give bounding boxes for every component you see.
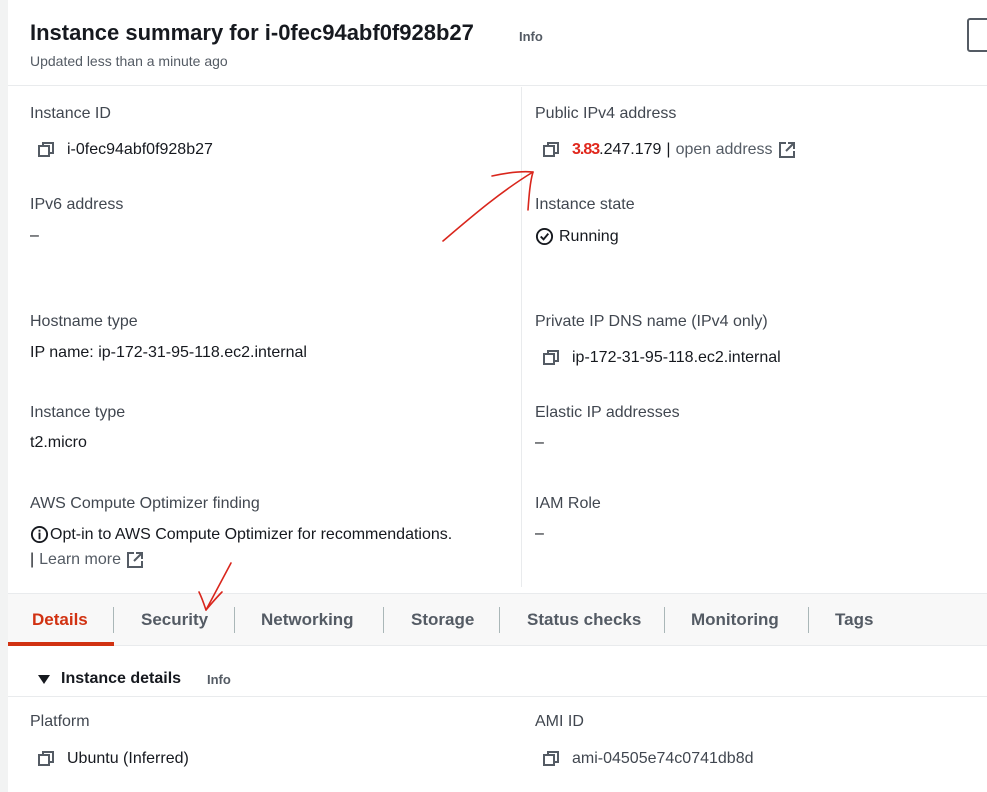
instance-summary-header: Instance summary for i-0fec94abf0f928b27…: [8, 0, 987, 86]
iam-role-label: IAM Role: [535, 495, 601, 512]
platform-value: Ubuntu (Inferred): [67, 750, 189, 767]
separator: |: [30, 551, 35, 568]
info-link[interactable]: Info: [207, 672, 231, 687]
hostname-type-value: IP name: ip-172-31-95-118.ec2.internal: [30, 344, 307, 361]
ami-id-field: ami-04505e74c0741db8d: [541, 749, 753, 769]
info-circle-icon: [30, 525, 49, 544]
learn-more-link[interactable]: Learn more: [39, 551, 121, 569]
ipv6-value: –: [30, 227, 39, 244]
public-ipv4-label: Public IPv4 address: [535, 105, 677, 122]
compute-optimizer-label: AWS Compute Optimizer finding: [30, 495, 260, 512]
compute-optimizer-text: Opt-in to AWS Compute Optimizer for reco…: [30, 525, 452, 544]
compute-optimizer-message: Opt-in to AWS Compute Optimizer for reco…: [50, 525, 453, 543]
ami-id-value: ami-04505e74c0741db8d: [572, 750, 754, 767]
private-dns-field: ip-172-31-95-118.ec2.internal: [541, 348, 781, 368]
instance-type-label: Instance type: [30, 404, 126, 421]
instance-state-label: Instance state: [535, 196, 635, 213]
instance-id-value: i-0fec94abf0f928b27: [67, 141, 213, 158]
left-frame: [0, 0, 8, 792]
tab-tags[interactable]: Tags: [835, 594, 873, 646]
instance-state-value: Running: [559, 227, 619, 245]
separator: |: [666, 141, 671, 158]
private-dns-value: ip-172-31-95-118.ec2.internal: [572, 349, 781, 366]
instance-details-section: Instance details Info Platform Ubuntu (I…: [8, 646, 987, 792]
tab-separator: [234, 607, 235, 633]
page-title: Instance summary for i-0fec94abf0f928b27: [30, 20, 474, 45]
copy-icon[interactable]: [541, 749, 561, 769]
copy-icon[interactable]: [36, 140, 56, 160]
tab-networking[interactable]: Networking: [261, 594, 354, 646]
instance-id-label: Instance ID: [30, 105, 111, 122]
tab-storage[interactable]: Storage: [411, 594, 474, 646]
elastic-ip-value: –: [535, 434, 544, 451]
updated-timestamp: Updated less than a minute ago: [30, 53, 228, 69]
instance-type-value: t2.micro: [30, 434, 87, 451]
platform-label: Platform: [30, 713, 90, 730]
tab-separator: [113, 607, 114, 633]
section-divider: [8, 696, 987, 697]
redacted-ip-part: 3.83: [572, 141, 600, 158]
tab-details[interactable]: Details: [32, 594, 88, 646]
info-link[interactable]: Info: [519, 29, 543, 44]
ipv6-label: IPv6 address: [30, 196, 124, 213]
caret-down-icon[interactable]: [38, 675, 50, 684]
copy-icon[interactable]: [36, 749, 56, 769]
elastic-ip-label: Elastic IP addresses: [535, 404, 680, 421]
status-check-icon: [535, 227, 554, 246]
tab-bar: Details Security Networking Storage Stat…: [8, 593, 987, 646]
tab-separator: [499, 607, 500, 633]
tab-separator: [383, 607, 384, 633]
open-address-link[interactable]: open address: [676, 141, 773, 159]
column-divider: [521, 87, 522, 587]
public-ipv4-value: .247.179: [599, 141, 662, 158]
summary-grid: Instance ID i-0fec94abf0f928b27 Public I…: [8, 87, 987, 593]
tab-monitoring[interactable]: Monitoring: [691, 594, 779, 646]
tab-status-checks[interactable]: Status checks: [527, 594, 641, 646]
platform-field: Ubuntu (Inferred): [36, 749, 189, 769]
hostname-type-label: Hostname type: [30, 313, 138, 330]
copy-icon[interactable]: [541, 348, 561, 368]
public-ipv4-field: 3.83 .247.179 | open address: [541, 140, 797, 160]
header-action-button[interactable]: [967, 18, 987, 52]
tab-separator: [808, 607, 809, 633]
external-link-icon[interactable]: [777, 140, 797, 160]
copy-icon[interactable]: [541, 140, 561, 160]
iam-role-value: –: [535, 525, 544, 542]
private-dns-label: Private IP DNS name (IPv4 only): [535, 313, 768, 330]
learn-more-row: | Learn more: [30, 550, 145, 570]
tab-separator: [664, 607, 665, 633]
external-link-icon[interactable]: [125, 550, 145, 570]
ami-id-label: AMI ID: [535, 713, 584, 730]
instance-state-field: Running: [535, 227, 619, 246]
tab-security[interactable]: Security: [141, 594, 208, 646]
instance-details-title[interactable]: Instance details: [61, 670, 181, 688]
instance-id-field: i-0fec94abf0f928b27: [36, 140, 213, 160]
